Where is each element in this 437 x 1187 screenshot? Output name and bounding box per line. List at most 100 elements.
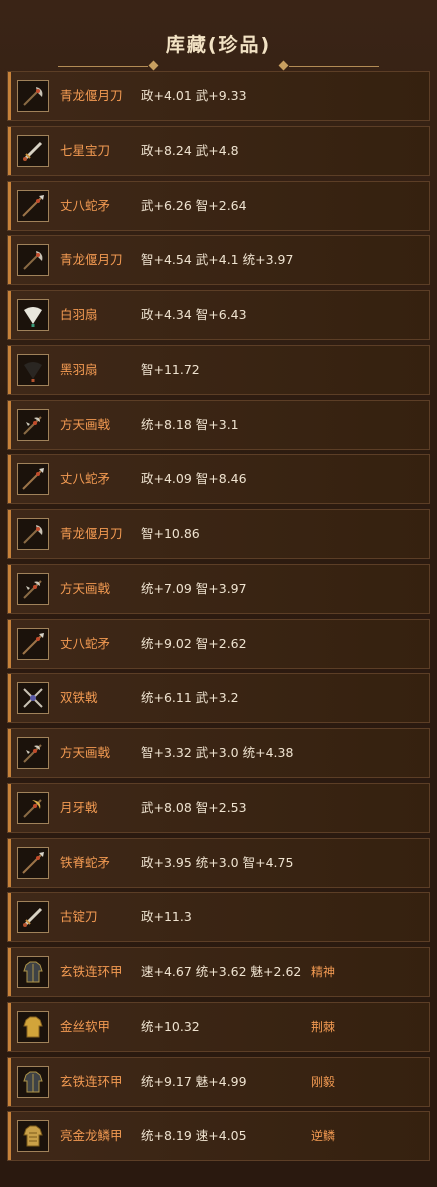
dragon-armor-icon[interactable] [17, 1120, 49, 1153]
sword-icon[interactable] [17, 134, 49, 167]
black-fan-icon[interactable] [17, 353, 49, 386]
item-stats: 武+8.08 智+2.53 [141, 799, 247, 815]
treasure-row[interactable]: 方天画戟 统+8.18 智+3.1 [7, 399, 430, 450]
row-accent [8, 72, 11, 120]
treasure-row[interactable]: 玄铁连环甲 速+4.67 统+3.62 魅+2.62 精神 [7, 947, 430, 997]
treasure-inventory-page: 库藏(珍品) 青龙偃月刀 政+4.01 武+9.33 七星宝刀 政+8.24 武+4.… [0, 0, 437, 1187]
item-stats: 统+8.19 速+4.05 [141, 1128, 247, 1144]
treasure-row[interactable]: 丈八蛇矛 武+6.26 智+2.64 [7, 180, 430, 231]
item-name: 古锭刀 [60, 909, 98, 925]
treasure-row[interactable]: 亮金龙鳞甲 统+8.19 速+4.05 逆鳞 [7, 1111, 430, 1162]
item-name: 双铁戟 [60, 690, 98, 706]
row-accent [8, 729, 11, 777]
iron-armor-icon[interactable] [17, 956, 49, 988]
row-accent [8, 126, 11, 175]
treasure-row[interactable]: 青龙偃月刀 智+10.86 [7, 509, 430, 559]
row-accent [8, 455, 11, 504]
item-stats: 智+11.72 [141, 361, 200, 377]
item-stats: 政+11.3 [141, 909, 192, 925]
row-accent [8, 345, 11, 394]
halberd-icon[interactable] [17, 572, 49, 605]
treasure-row[interactable]: 铁脊蛇矛 政+3.95 统+3.0 智+4.75 [7, 837, 430, 888]
page-title: 库藏(珍品) [165, 34, 272, 56]
item-stats: 统+9.17 魅+4.99 [141, 1073, 247, 1089]
item-name: 铁脊蛇矛 [60, 854, 111, 870]
item-name: 玄铁连环甲 [60, 1073, 123, 1089]
treasure-row[interactable]: 月牙戟 武+8.08 智+2.53 [7, 782, 430, 833]
treasure-row[interactable]: 古锭刀 政+11.3 [7, 892, 430, 943]
item-name: 青龙偃月刀 [60, 88, 123, 103]
item-stats: 政+8.24 武+4.8 [141, 142, 239, 158]
treasure-row[interactable]: 方天画戟 智+3.32 武+3.0 统+4.38 [7, 728, 430, 778]
item-stats: 智+4.54 武+4.1 统+3.97 [141, 252, 294, 268]
item-stats: 政+3.95 统+3.0 智+4.75 [141, 854, 294, 870]
item-name: 丈八蛇矛 [60, 635, 111, 651]
treasure-row[interactable]: 方天画戟 统+7.09 智+3.97 [7, 563, 430, 614]
item-stats: 智+3.32 武+3.0 统+4.38 [141, 745, 294, 760]
item-name: 亮金龙鳞甲 [60, 1128, 123, 1144]
treasure-row[interactable]: 金丝软甲 统+10.32 荆棘 [7, 1001, 430, 1052]
treasure-row[interactable]: 丈八蛇矛 统+9.02 智+2.62 [7, 618, 430, 669]
spear-icon[interactable] [17, 846, 49, 879]
row-accent [8, 1057, 11, 1106]
row-accent [8, 510, 11, 558]
row-accent [8, 564, 11, 613]
item-stats: 统+7.09 智+3.97 [141, 580, 247, 596]
item-trait: 精神 [311, 965, 336, 979]
row-accent [8, 181, 11, 230]
header: 库藏(珍品) [0, 22, 437, 71]
glaive-icon[interactable] [17, 518, 49, 550]
item-trait: 荆棘 [311, 1019, 336, 1034]
row-accent [8, 400, 11, 449]
treasure-row[interactable]: 玄铁连环甲 统+9.17 魅+4.99 刚毅 [7, 1056, 430, 1107]
treasure-row[interactable]: 双铁戟 统+6.11 武+3.2 [7, 673, 430, 724]
glaive-icon[interactable] [17, 80, 49, 112]
gold-armor-icon[interactable] [17, 1010, 49, 1043]
header-diamond-right-icon [278, 60, 289, 71]
item-stats: 政+4.09 智+8.46 [141, 471, 247, 487]
halberd-icon[interactable] [17, 408, 49, 441]
treasure-row[interactable]: 青龙偃月刀 智+4.54 武+4.1 统+3.97 [7, 235, 430, 286]
item-name: 方天画戟 [60, 416, 111, 432]
item-stats: 统+6.11 武+3.2 [141, 690, 239, 706]
row-accent [8, 838, 11, 887]
item-name: 方天画戟 [60, 745, 111, 760]
item-name: 月牙戟 [60, 799, 98, 815]
header-ornament-right [289, 66, 379, 67]
glaive-icon[interactable] [17, 244, 49, 277]
header-ornament-left [58, 66, 148, 67]
item-stats: 政+4.01 武+9.33 [141, 88, 247, 103]
iron-armor-icon[interactable] [17, 1065, 49, 1098]
item-name: 金丝软甲 [60, 1018, 111, 1034]
item-stats: 智+10.86 [141, 526, 200, 541]
treasure-row[interactable]: 白羽扇 政+4.34 智+6.43 [7, 290, 430, 340]
item-name: 丈八蛇矛 [60, 471, 111, 487]
item-name: 七星宝刀 [60, 142, 111, 158]
item-trait: 刚毅 [311, 1074, 336, 1089]
treasure-row[interactable]: 黑羽扇 智+11.72 [7, 344, 430, 395]
row-accent [8, 619, 11, 668]
spear-icon[interactable] [17, 189, 49, 222]
halberd-icon[interactable] [17, 737, 49, 769]
crescent-halberd-icon[interactable] [17, 791, 49, 824]
row-accent [8, 948, 11, 996]
treasure-row[interactable]: 青龙偃月刀 政+4.01 武+9.33 [7, 71, 430, 121]
item-stats: 统+10.32 [141, 1018, 200, 1034]
spear-icon[interactable] [17, 627, 49, 660]
item-trait: 逆鳞 [311, 1129, 336, 1144]
row-accent [8, 1112, 11, 1161]
item-name: 方天画戟 [60, 580, 111, 596]
treasure-row[interactable]: 七星宝刀 政+8.24 武+4.8 [7, 125, 430, 176]
row-accent [8, 783, 11, 832]
white-fan-icon[interactable] [17, 299, 49, 331]
item-stats: 统+8.18 智+3.1 [141, 416, 239, 432]
item-name: 丈八蛇矛 [60, 197, 111, 213]
item-name: 白羽扇 [60, 307, 98, 322]
item-name: 玄铁连环甲 [60, 964, 123, 979]
treasure-row[interactable]: 丈八蛇矛 政+4.09 智+8.46 [7, 454, 430, 505]
row-accent [8, 674, 11, 723]
twin-halberd-icon[interactable] [17, 682, 49, 715]
sword-icon[interactable] [17, 901, 49, 934]
item-name: 青龙偃月刀 [60, 252, 123, 268]
spear-icon[interactable] [17, 463, 49, 496]
